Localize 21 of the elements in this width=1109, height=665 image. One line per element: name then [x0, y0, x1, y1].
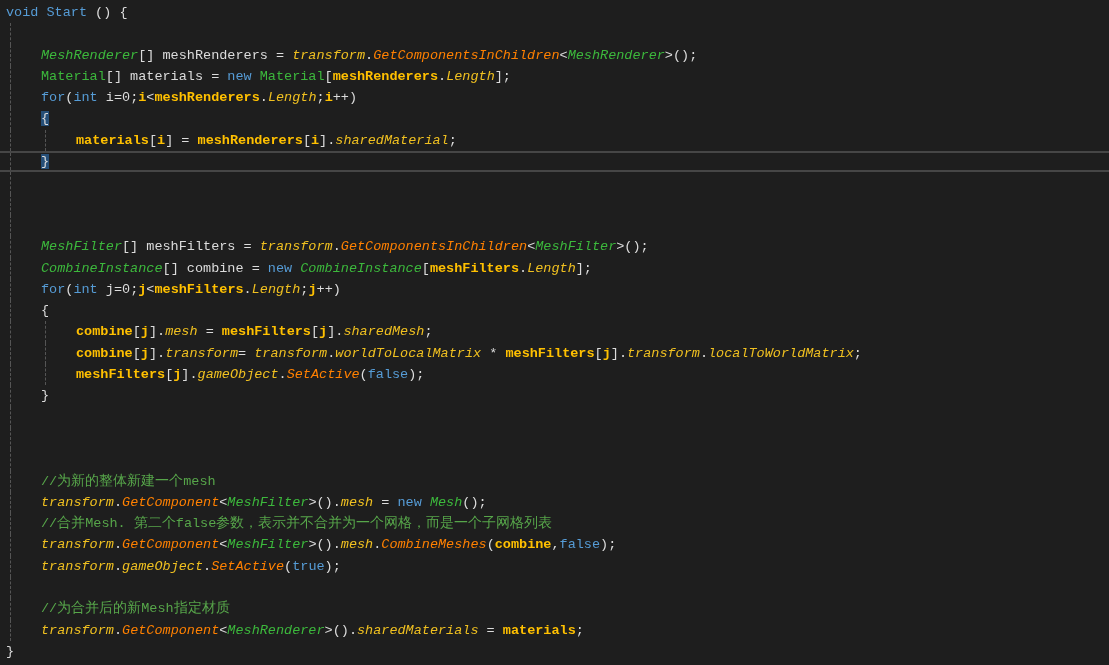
code-line: CombineInstance[] combine = new CombineInstance[meshFilters.Length]; — [41, 259, 592, 278]
code-line: transform.GetComponent<MeshFilter>().mesh = new Mesh(); — [41, 493, 487, 512]
code-line: //为合并后的新Mesh指定材质 — [41, 599, 230, 619]
code-line: Material[] materials = new Material[meshRenderers.Length]; — [41, 67, 511, 86]
code-line: MeshFilter[] meshFilters = transform.GetComponentsInChildren<MeshFilter>(); — [41, 238, 649, 257]
code-line: } — [41, 387, 50, 406]
code-line: meshFilters[j].gameObject.SetActive(false); — [76, 366, 425, 385]
code-line: MeshRenderer[] meshRenderers = transform.GetComponentsInChildren<MeshRenderer>(); — [41, 46, 698, 65]
code-line: combine[j].transform= transform.worldToLocalMatrix * meshFilters[j].transform.localToWorldMatrix; — [76, 344, 862, 363]
code-line: } — [6, 642, 15, 661]
code-line: transform.GetComponent<MeshRenderer>().sharedMaterials = materials; — [41, 621, 584, 640]
code-line: transform.GetComponent<MeshFilter>().mesh.CombineMeshes(combine,false); — [41, 536, 617, 555]
code-line: //合并Mesh. 第二个false参数，表示并不合并为一个网格，而是一个子网格列表 — [41, 514, 553, 534]
code-line: materials[i] = meshRenderers[i].sharedMaterial; — [76, 131, 457, 150]
code-line: void Start () { — [6, 4, 128, 22]
code-line: { — [41, 302, 50, 321]
code-line: //为新的整体新建一个mesh — [41, 472, 216, 491]
code-line: for(int i=0;i<meshRenderers.Length;i++) — [41, 89, 358, 108]
code-line: combine[j].mesh = meshFilters[j].sharedMesh; — [76, 323, 433, 342]
code-line: for(int j=0;j<meshFilters.Length;j++) — [41, 280, 341, 299]
code-line: transform.gameObject.SetActive(true); — [41, 557, 341, 576]
